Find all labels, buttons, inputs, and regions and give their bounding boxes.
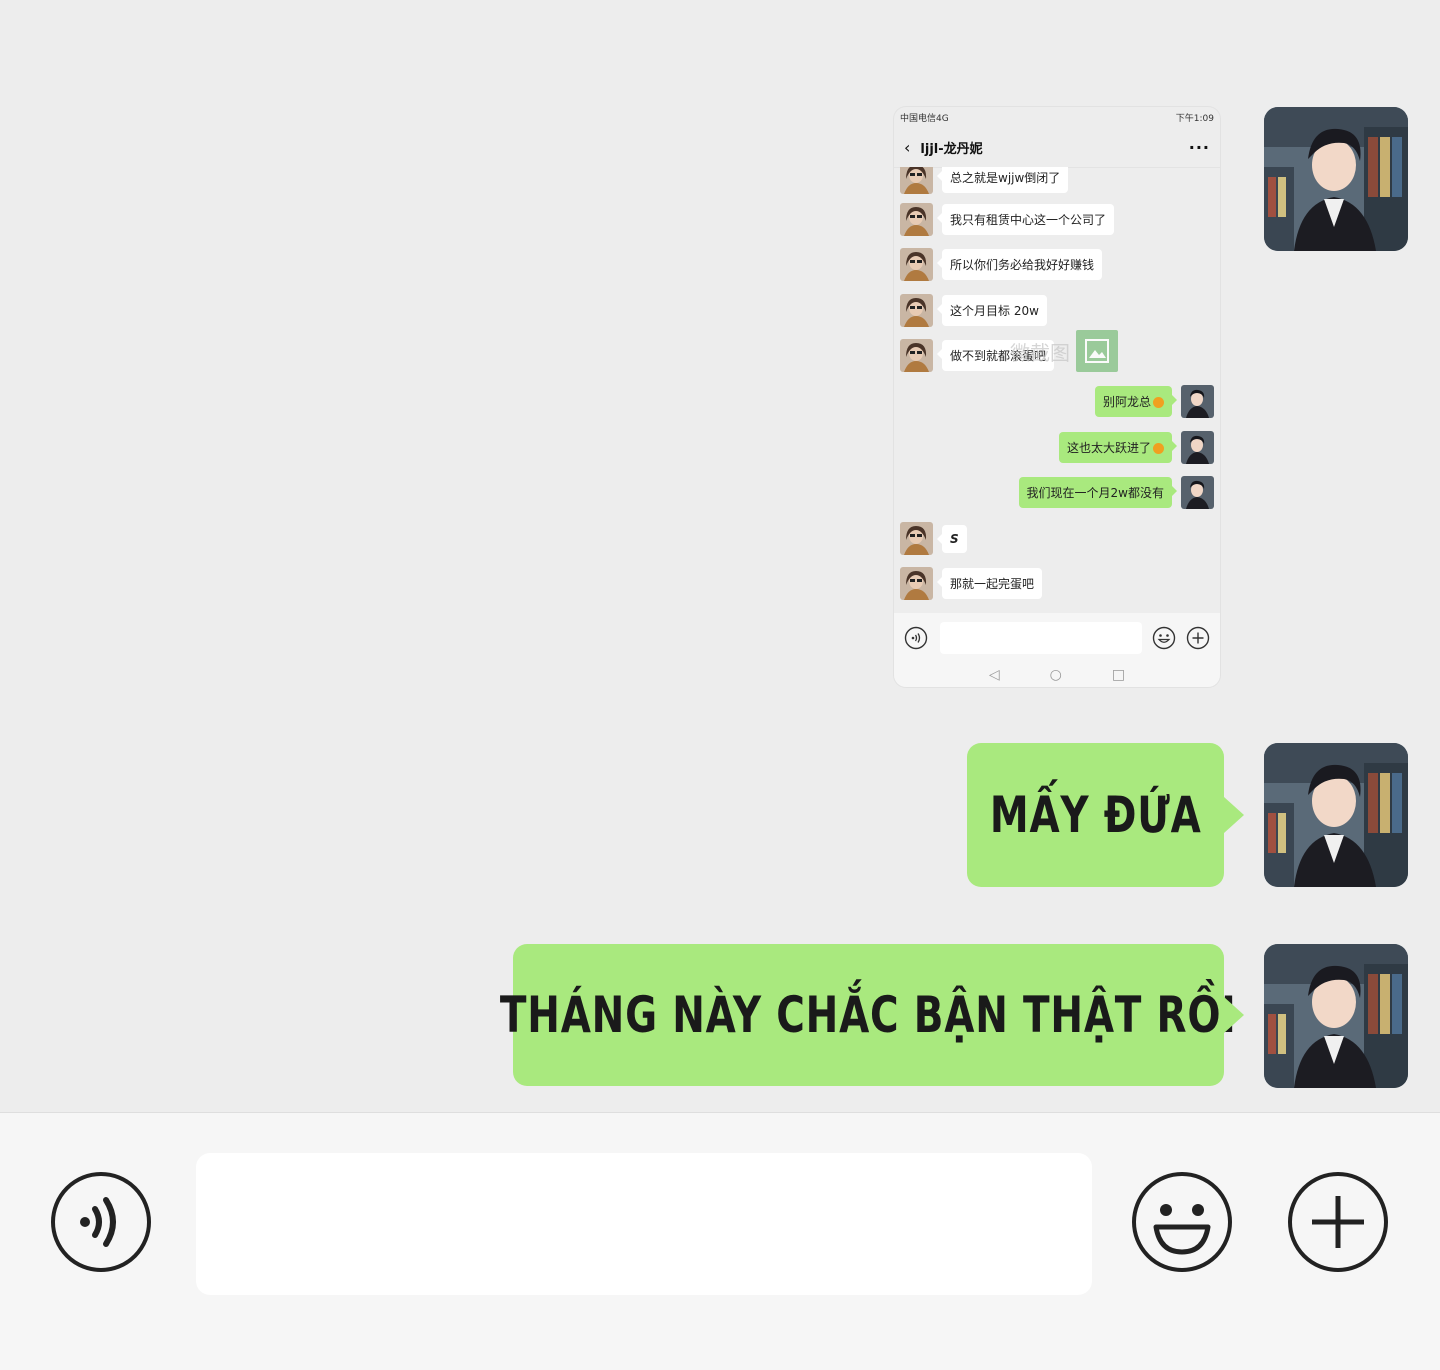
avatar <box>1181 476 1214 509</box>
list-item: 所以你们务必给我好好赚钱 <box>900 248 1103 281</box>
message-text: 总之就是wjjw倒闭了 <box>936 167 1069 193</box>
list-item: S <box>900 522 967 555</box>
message-text: MẤY ĐỨA <box>989 786 1202 844</box>
avatar <box>900 248 933 281</box>
plus-icon[interactable] <box>1288 1172 1388 1272</box>
chevron-left-icon: ‹ <box>904 137 911 157</box>
message-text: 我们现在一个月2w都没有 <box>1018 477 1178 508</box>
mini-text-input <box>940 622 1142 654</box>
message-list: 总之就是wjjw倒闭了 我只有租赁中心这一个公司了 所以你们务必给我好好赚钱 这… <box>894 167 1220 653</box>
recents-nav-icon: □ <box>1111 667 1126 683</box>
list-item: 总之就是wjjw倒闭了 <box>900 167 1069 194</box>
emoji-icon[interactable] <box>1132 1172 1232 1272</box>
avatar <box>900 294 933 327</box>
emoji-icon <box>1152 626 1176 650</box>
chat-title: ljjl-龙丹妮 <box>920 141 983 157</box>
status-carrier: 中国电信4G <box>900 113 949 124</box>
list-item: 这个月目标 20w <box>900 294 1047 327</box>
watermark: 微截图 <box>1010 330 1118 372</box>
list-item: 那就一起完蛋吧 <box>900 567 1043 600</box>
mini-input-bar <box>894 613 1220 663</box>
message-bubble[interactable]: THÁNG NÀY CHẮC BẬN THẬT RỒI <box>500 944 1244 1086</box>
message-text: 我只有租赁中心这一个公司了 <box>936 204 1115 235</box>
avatar <box>1181 431 1214 464</box>
status-time: 下午1:09 <box>1175 113 1214 124</box>
avatar[interactable] <box>1264 107 1408 251</box>
avatar <box>900 522 933 555</box>
message-bubble[interactable]: MẤY ĐỨA <box>967 743 1244 887</box>
voice-icon[interactable] <box>51 1172 151 1272</box>
avatar[interactable] <box>1264 944 1408 1088</box>
message-text: 那就一起完蛋吧 <box>936 568 1043 599</box>
status-bar: 中国电信4G 下午1:09 <box>894 107 1220 127</box>
list-item: 我只有租赁中心这一个公司了 <box>900 203 1115 236</box>
sticker-message: S <box>937 524 967 553</box>
message-text: THÁNG NÀY CHẮC BẬN THẬT RỒI <box>500 986 1237 1044</box>
avatar <box>900 339 933 372</box>
message-text: 这个月目标 20w <box>937 295 1047 326</box>
emoji-icon <box>1153 397 1164 408</box>
avatar <box>1181 385 1214 418</box>
emoji-icon <box>1153 443 1164 454</box>
system-nav-bar: ◁ ○ □ <box>894 663 1220 687</box>
avatar <box>900 203 933 236</box>
back-nav-icon: ◁ <box>988 667 1000 683</box>
chat-header: ‹ ljjl-龙丹妮 ··· <box>894 127 1220 168</box>
avatar[interactable] <box>1264 743 1408 887</box>
list-item: 我们现在一个月2w都没有 <box>1018 476 1214 509</box>
screenshot-image[interactable]: 中国电信4G 下午1:09 ‹ ljjl-龙丹妮 ··· 总之就是wjjw倒闭了… <box>894 107 1220 687</box>
avatar <box>900 167 933 194</box>
message-input[interactable] <box>196 1153 1092 1295</box>
image-icon <box>1076 330 1118 372</box>
message-text: 这也太大跃进了 <box>1058 432 1178 463</box>
more-icon: ··· <box>1188 137 1210 157</box>
message-text: 所以你们务必给我好好赚钱 <box>936 249 1103 280</box>
voice-icon <box>904 626 928 650</box>
list-item: 别阿龙总 <box>1094 385 1214 418</box>
avatar <box>900 567 933 600</box>
home-nav-icon: ○ <box>1049 667 1062 683</box>
list-item: 这也太大跃进了 <box>1058 431 1214 464</box>
plus-icon <box>1186 626 1210 650</box>
message-text: 别阿龙总 <box>1094 386 1178 417</box>
watermark-text: 微截图 <box>1010 340 1070 365</box>
